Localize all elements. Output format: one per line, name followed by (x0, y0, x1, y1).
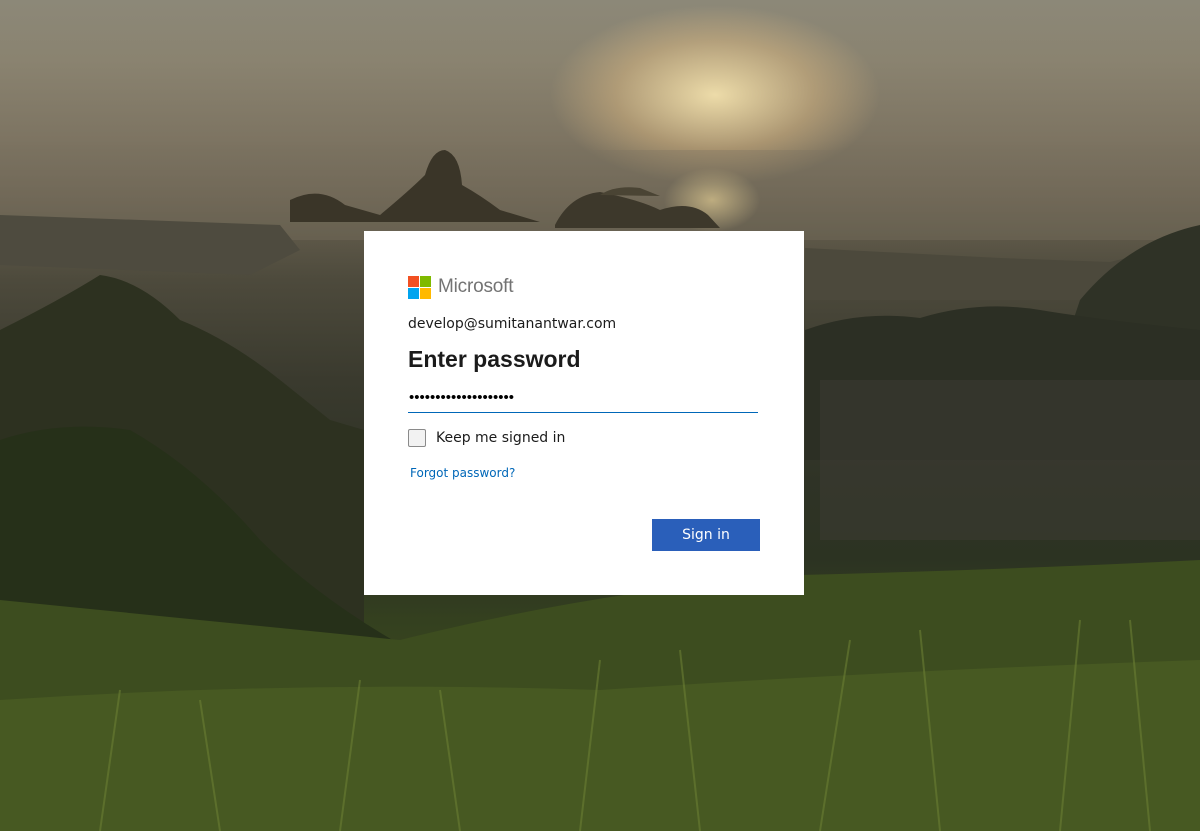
keep-signed-in-checkbox[interactable] (408, 429, 426, 447)
keep-signed-in-label[interactable]: Keep me signed in (436, 430, 565, 446)
page-title: Enter password (408, 346, 581, 372)
password-field[interactable] (408, 383, 758, 413)
forgot-password-link[interactable]: Forgot password? (410, 466, 515, 480)
sign-in-card: Microsoft develop@sumitanantwar.com Ente… (364, 231, 804, 595)
account-identity: develop@sumitanantwar.com (408, 316, 617, 332)
logo-text: Microsoft (438, 276, 514, 297)
microsoft-logo: Microsoft (408, 275, 760, 299)
keep-signed-in-row[interactable]: Keep me signed in (408, 429, 760, 447)
sign-in-button[interactable]: Sign in (652, 519, 760, 551)
actions: Sign in (652, 519, 760, 551)
microsoft-logo-icon (408, 275, 431, 299)
